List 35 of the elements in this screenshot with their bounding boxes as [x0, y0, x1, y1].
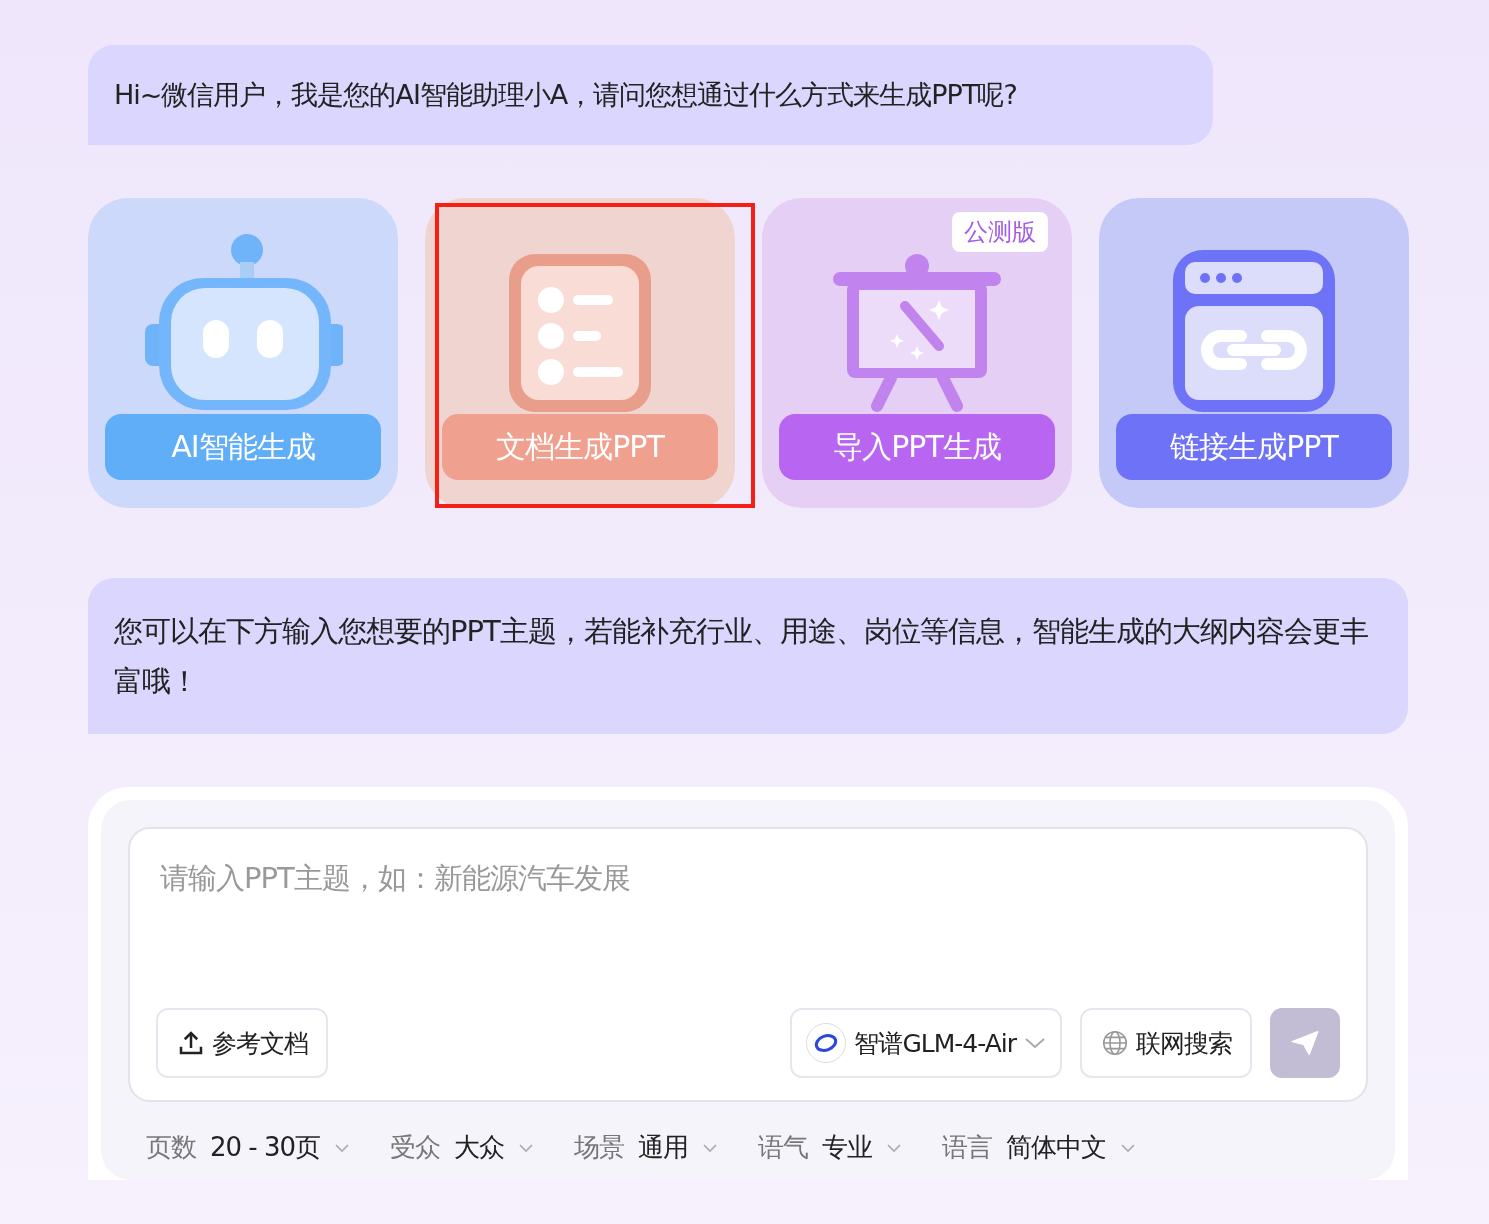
chevron-down-icon — [702, 1142, 719, 1153]
web-search-toggle[interactable]: 联网搜索 — [1080, 1008, 1252, 1078]
option-value: 简体中文 — [1006, 1131, 1107, 1164]
topic-input-field[interactable]: 请输入PPT主题，如：新能源汽车发展 参考文档 智谱GLM-4-Air 联网搜索 — [128, 827, 1368, 1102]
option-value: 大众 — [454, 1131, 505, 1164]
beta-badge: 公测版 — [952, 212, 1048, 252]
hint-message: 您可以在下方输入您想要的PPT主题，若能补充行业、用途、岗位等信息，智能生成的大纲内容会更丰富哦！ — [88, 578, 1408, 734]
chevron-down-icon — [518, 1142, 535, 1153]
option-label: 语气 — [758, 1131, 809, 1164]
option-label: 页数 — [146, 1131, 196, 1164]
model-select[interactable]: 智谱GLM-4-Air — [790, 1008, 1062, 1078]
presentation-board-icon — [831, 254, 1003, 414]
mode-card[interactable]: 链接生成PPT — [1099, 198, 1409, 508]
mode-button[interactable]: 链接生成PPT — [1116, 414, 1392, 480]
option-select[interactable]: 受众 大众 — [390, 1130, 535, 1165]
option-select[interactable]: 语言 简体中文 — [942, 1130, 1137, 1165]
option-select[interactable]: 语气 专业 — [758, 1130, 903, 1165]
option-select[interactable]: 页数 20 - 30页 — [146, 1130, 351, 1165]
globe-icon — [1100, 1028, 1130, 1058]
browser-link-icon — [1171, 248, 1337, 414]
upload-button[interactable]: 参考文档 — [156, 1008, 328, 1078]
chevron-down-icon — [334, 1142, 351, 1153]
option-value: 20 - 30页 — [210, 1131, 321, 1164]
chevron-down-icon — [1024, 1036, 1046, 1050]
option-value: 通用 — [638, 1131, 689, 1164]
document-list-icon — [507, 252, 653, 414]
option-select[interactable]: 场景 通用 — [574, 1130, 719, 1165]
chevron-down-icon — [1120, 1142, 1137, 1153]
option-value: 专业 — [822, 1131, 873, 1164]
chevron-down-icon — [886, 1142, 903, 1153]
mode-card[interactable]: 公测版 导入PPT生成 — [762, 198, 1072, 508]
option-label: 语言 — [942, 1131, 993, 1164]
greeting-message: Hi~微信用户，我是您的AI智能助理小A，请问您想通过什么方式来生成PPT呢? — [88, 45, 1213, 145]
option-label: 受众 — [390, 1131, 441, 1164]
option-label: 场景 — [574, 1131, 625, 1164]
